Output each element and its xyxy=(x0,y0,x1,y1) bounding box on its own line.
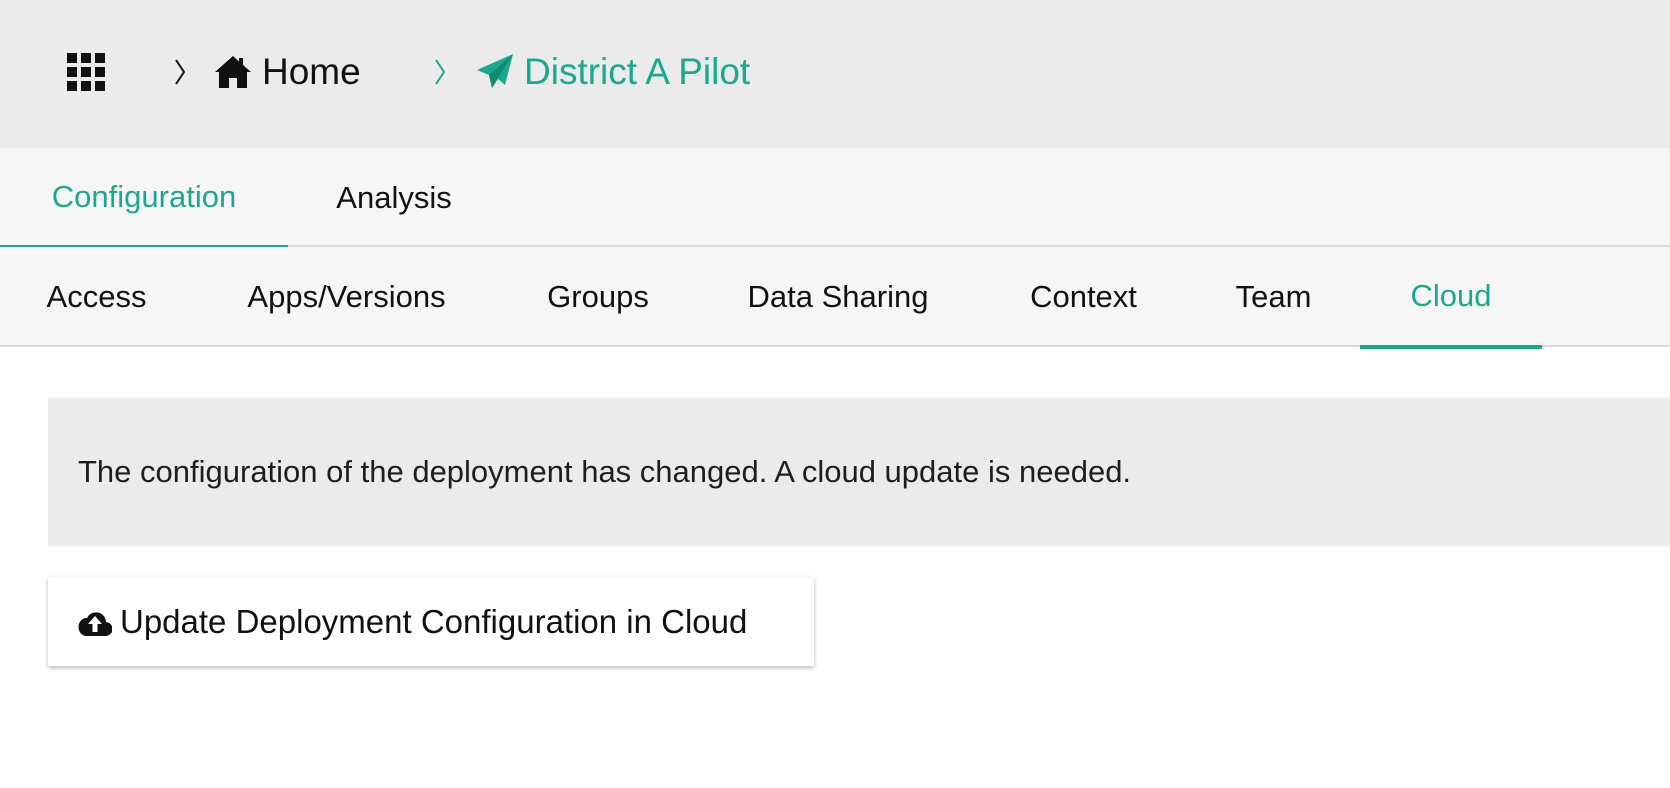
tab-data-sharing[interactable]: Data Sharing xyxy=(696,247,980,347)
tab-analysis[interactable]: Analysis xyxy=(288,148,500,247)
tab-groups[interactable]: Groups xyxy=(500,247,696,347)
update-cloud-config-button[interactable]: Update Deployment Configuration in Cloud xyxy=(48,577,814,666)
breadcrumb-current[interactable]: District A Pilot xyxy=(476,46,750,98)
tab-team[interactable]: Team xyxy=(1187,247,1360,347)
home-icon xyxy=(215,56,251,88)
chevron-right-icon xyxy=(175,59,186,85)
tab-cloud[interactable]: Cloud xyxy=(1360,247,1542,349)
primary-tab-bar: Configuration Analysis xyxy=(0,148,1670,249)
cloud-upload-icon xyxy=(78,611,112,636)
paper-plane-icon xyxy=(477,54,513,88)
cloud-update-notice: The configuration of the deployment has … xyxy=(48,398,1670,546)
tab-context[interactable]: Context xyxy=(980,247,1187,347)
tab-configuration[interactable]: Configuration xyxy=(0,148,288,249)
breadcrumb-home[interactable]: Home xyxy=(214,46,361,98)
update-button-label: Update Deployment Configuration in Cloud xyxy=(120,602,748,640)
tab-access[interactable]: Access xyxy=(0,247,193,347)
tab-apps-versions[interactable]: Apps/Versions xyxy=(193,247,500,347)
notice-text: The configuration of the deployment has … xyxy=(78,454,1132,489)
secondary-tab-bar: Access Apps/Versions Groups Data Sharing… xyxy=(0,247,1670,349)
breadcrumb-current-label: District A Pilot xyxy=(524,51,751,92)
apps-grid-button[interactable] xyxy=(66,52,106,92)
top-bar: Home District A Pilot xyxy=(0,0,1670,148)
chevron-right-icon xyxy=(435,59,446,85)
grid-icon xyxy=(67,53,105,91)
breadcrumb-home-label: Home xyxy=(262,51,361,92)
